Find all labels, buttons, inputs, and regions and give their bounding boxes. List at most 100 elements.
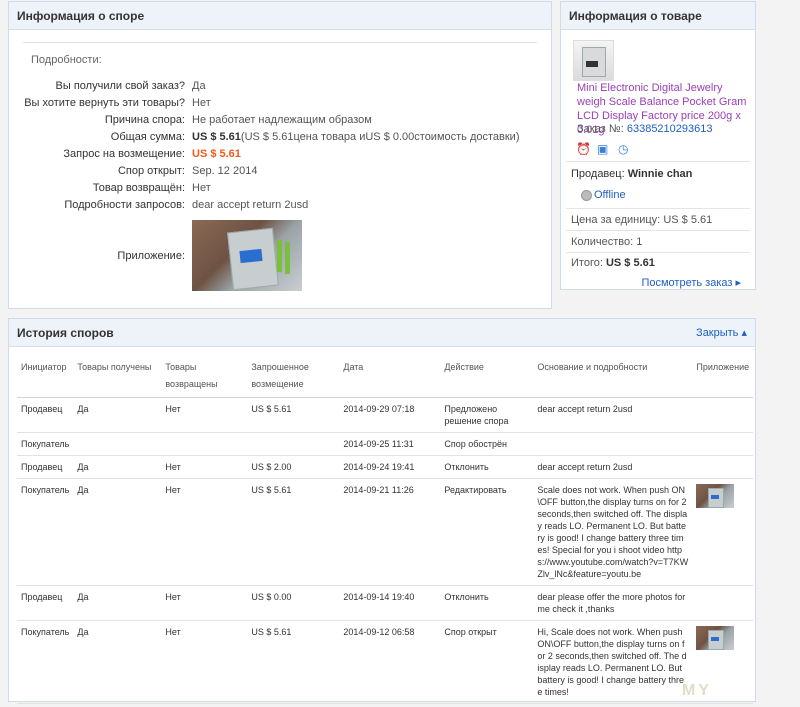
- dispute-history-panel: История споров Закрыть ▴ Инициатор Товар…: [8, 318, 756, 704]
- cell-initiator: Покупатель: [17, 432, 74, 456]
- cell-initiator: Продавец: [17, 397, 74, 433]
- detail-row-return: Вы хотите вернуть эти товары? Нет: [9, 95, 551, 112]
- divider: [566, 208, 750, 209]
- detail-label: Причина спора:: [104, 114, 185, 126]
- table-row: Продавец Да Нет US $ 2.00 2014-09-24 19:…: [17, 455, 754, 479]
- column-header: Приложение: [692, 355, 754, 398]
- product-info-header: Информация о товаре: [561, 2, 755, 30]
- detail-value: Не работает надлежащим образом: [192, 114, 372, 126]
- collapse-button[interactable]: Закрыть ▴: [696, 326, 747, 339]
- column-header: Инициатор: [17, 355, 74, 398]
- attachment-row: Приложение:: [9, 220, 551, 292]
- total-line: Итого: US $ 5.61: [571, 257, 655, 269]
- cell-action: Отклонить: [440, 585, 534, 621]
- detail-label: Запрос на возмещение:: [63, 148, 185, 160]
- detail-value: US $ 5.61(US $ 5.61цена товара иUS $ 0.0…: [192, 129, 520, 146]
- cell-action: Спор открыт: [440, 620, 534, 704]
- seller-status-label: Offline: [594, 189, 626, 201]
- dispute-history-header: История споров Закрыть ▴: [9, 319, 755, 347]
- cell-initiator: Покупатель: [17, 478, 74, 586]
- order-number-line: Заказ №: 63385210293613: [577, 123, 713, 135]
- seller-line: Продавец: Winnie chan: [571, 168, 692, 180]
- cell-received: Да: [73, 478, 162, 586]
- order-number-link[interactable]: 63385210293613: [627, 123, 713, 135]
- attachment-thumbnail[interactable]: [696, 626, 735, 650]
- cell-date: 2014-09-14 19:40: [339, 585, 441, 621]
- cell-refund: US $ 0.00: [247, 585, 340, 621]
- table-header-row: Инициатор Товары получены Товары возвращ…: [17, 355, 754, 398]
- divider: [566, 230, 750, 231]
- dispute-history-title: История споров: [17, 325, 114, 340]
- detail-value: Нет: [192, 182, 211, 194]
- image-icon[interactable]: ▣: [597, 143, 609, 155]
- cell-action: Редактировать: [440, 478, 534, 586]
- attachment-photo[interactable]: [192, 220, 302, 291]
- detail-row-refund: Запрос на возмещение: US $ 5.61: [9, 146, 551, 163]
- cell-date: 2014-09-12 06:58: [339, 620, 441, 704]
- column-header: Товары получены: [73, 355, 162, 398]
- column-header: Основание и подробности: [533, 355, 693, 398]
- product-thumbnail[interactable]: [573, 40, 614, 81]
- detail-row-returned: Товар возвращён: Нет: [9, 180, 551, 197]
- cell-returned: [161, 432, 248, 456]
- detail-value: Sep. 12 2014: [192, 165, 258, 177]
- product-info-title: Информация о товаре: [569, 8, 702, 23]
- table-row: Продавец Да Нет US $ 5.61 2014-09-29 07:…: [17, 397, 754, 433]
- cell-initiator: Покупатель: [17, 620, 74, 704]
- quantity-label: Количество:: [571, 236, 634, 248]
- table-row: Покупатель 2014-09-25 11:31 Спор обострё…: [17, 432, 754, 456]
- divider: [566, 161, 750, 162]
- total-breakdown: (US $ 5.61цена товара иUS $ 0.00стоимост…: [240, 131, 520, 143]
- cell-returned: Нет: [161, 620, 248, 704]
- dispute-details: Вы получили свой заказ? Да Вы хотите вер…: [9, 78, 551, 214]
- quantity-value: 1: [636, 236, 643, 248]
- cell-reason: Hi, Scale does not work. When push ON\OF…: [533, 620, 693, 704]
- cell-reason: Scale does not work. When push ON\OFF bu…: [533, 478, 693, 586]
- clock-icon[interactable]: ◷: [618, 143, 630, 155]
- detail-value: dear accept return 2usd: [192, 199, 309, 211]
- unit-price-line: Цена за единицу: US $ 5.61: [571, 214, 712, 226]
- refund-amount: US $ 5.61: [192, 148, 241, 160]
- cell-attachment: [692, 585, 754, 621]
- dispute-info-title: Информация о споре: [17, 8, 145, 23]
- quantity-line: Количество: 1: [571, 236, 642, 248]
- total-value: US $ 5.61: [605, 257, 655, 269]
- total-amount: US $ 5.61: [192, 131, 241, 143]
- dispute-info-panel: Информация о споре Подробности: Вы получ…: [8, 1, 552, 309]
- dispute-info-header: Информация о споре: [9, 2, 551, 30]
- cell-action: Отклонить: [440, 455, 534, 479]
- total-label: Итого:: [571, 257, 603, 269]
- details-subtitle: Подробности:: [31, 54, 102, 66]
- cell-attachment: [692, 432, 754, 456]
- cell-initiator: Продавец: [17, 585, 74, 621]
- cell-received: [73, 432, 162, 456]
- cell-received: Да: [73, 455, 162, 479]
- detail-label: Товар возвращён:: [92, 182, 185, 194]
- detail-row-received: Вы получили свой заказ? Да: [9, 78, 551, 95]
- product-actions: ⏰ ▣ ◷: [576, 143, 630, 155]
- cell-date: 2014-09-25 11:31: [339, 432, 441, 456]
- cell-received: Да: [73, 585, 162, 621]
- cell-attachment: [692, 478, 754, 586]
- cell-attachment: [692, 455, 754, 479]
- detail-row-reason: Причина спора: Не работает надлежащим об…: [9, 112, 551, 129]
- table-row: Покупатель Да Нет US $ 5.61 2014-09-21 1…: [17, 478, 754, 586]
- view-order-link[interactable]: Посмотреть заказ ▸: [641, 276, 741, 289]
- cell-returned: Нет: [161, 455, 248, 479]
- detail-row-request: Подробности запросов: dear accept return…: [9, 197, 551, 214]
- detail-label: Вы получили свой заказ?: [55, 80, 185, 92]
- offline-status-icon: [581, 189, 592, 201]
- detail-row-total: Общая сумма: US $ 5.61(US $ 5.61цена тов…: [9, 129, 551, 146]
- cell-received: Да: [73, 397, 162, 433]
- cell-date: 2014-09-21 11:26: [339, 478, 441, 586]
- cell-refund: US $ 5.61: [247, 397, 340, 433]
- cell-date: 2014-09-24 19:41: [339, 455, 441, 479]
- detail-value: Да: [192, 80, 206, 92]
- attachment-thumbnail[interactable]: [696, 484, 735, 508]
- detail-value: Нет: [192, 97, 211, 109]
- cell-reason: dear accept return 2usd: [533, 397, 693, 433]
- table-row: Покупатель Да Нет US $ 5.61 2014-09-12 0…: [17, 620, 754, 704]
- seller-status[interactable]: Offline: [581, 189, 626, 201]
- alarm-icon[interactable]: ⏰: [576, 143, 591, 155]
- cell-returned: Нет: [161, 397, 248, 433]
